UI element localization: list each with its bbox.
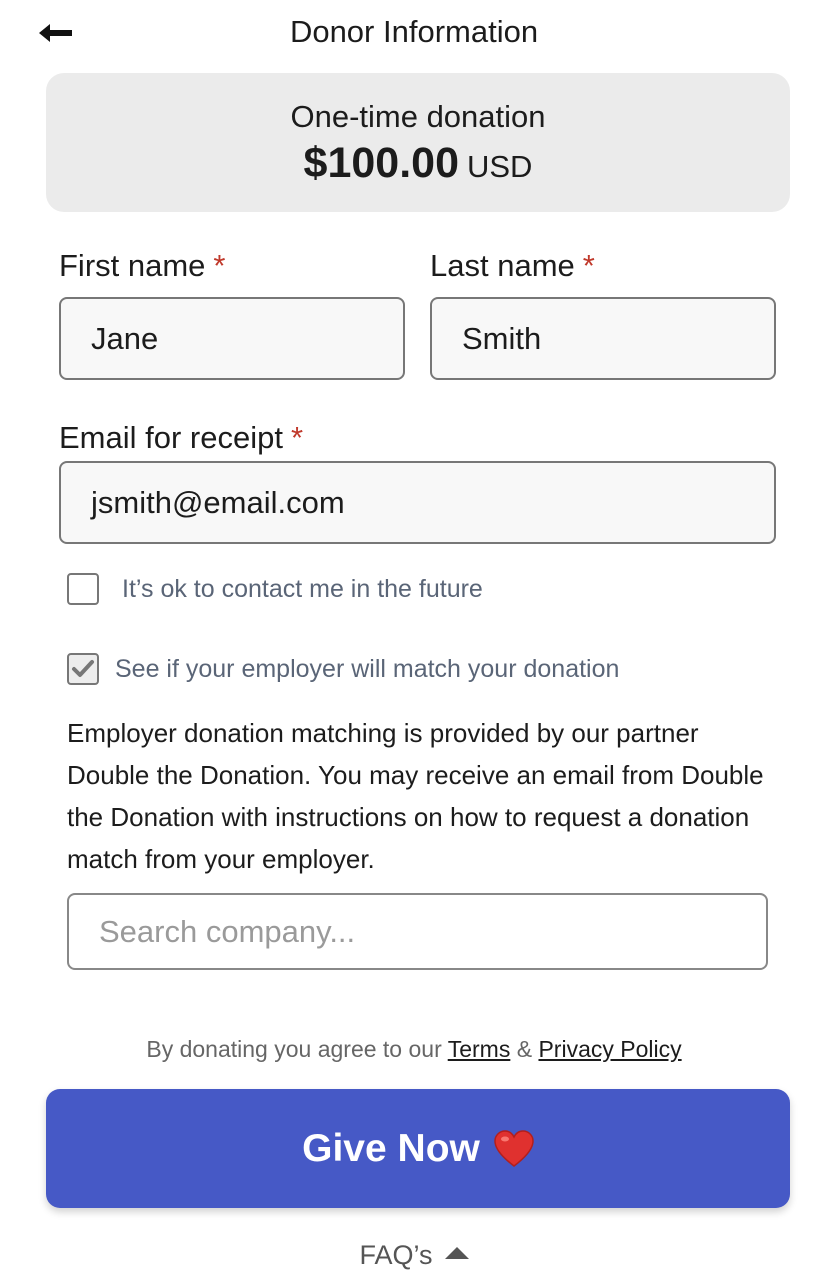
email-label: Email for receipt * <box>59 420 303 456</box>
donation-type: One-time donation <box>290 99 546 134</box>
first-name-label-text: First name <box>59 248 206 283</box>
employer-match-row[interactable]: See if your employer will match your don… <box>67 653 619 685</box>
email-field[interactable]: jsmith@email.com <box>59 461 776 544</box>
last-name-value: Smith <box>462 321 542 356</box>
currency-code: USD <box>466 149 533 184</box>
donation-summary-card: One-time donation $100.00 USD <box>46 73 790 212</box>
match-info-text: Employer donation matching is provided b… <box>67 718 764 874</box>
give-now-button[interactable]: Give Now <box>46 1089 790 1208</box>
first-name-label: First name * <box>59 248 226 284</box>
legal-prefix: By donating you agree to our <box>146 1036 442 1062</box>
first-name-field[interactable]: Jane <box>59 297 405 380</box>
contact-optin-checkbox[interactable] <box>67 573 99 605</box>
header: Donor Information <box>0 0 828 68</box>
required-mark: * <box>290 420 304 455</box>
terms-link[interactable]: Terms <box>448 1036 511 1062</box>
page-title: Donor Information <box>289 14 539 49</box>
employer-match-label: See if your employer will match your don… <box>115 654 620 683</box>
donation-amount: $100.00 <box>303 139 459 187</box>
contact-optin-row[interactable]: It’s ok to contact me in the future <box>67 573 483 605</box>
company-search-input[interactable] <box>67 893 768 970</box>
employer-match-checkbox[interactable] <box>67 653 99 685</box>
give-now-label: Give Now <box>302 1126 480 1170</box>
privacy-policy-link[interactable]: Privacy Policy <box>538 1036 681 1062</box>
last-name-label: Last name * <box>430 248 595 284</box>
required-mark: * <box>213 248 226 283</box>
checkmark-icon <box>72 660 94 677</box>
first-name-value: Jane <box>91 321 159 356</box>
donation-amount-line: $100.00 USD <box>46 139 790 188</box>
contact-optin-label: It’s ok to contact me in the future <box>122 574 483 603</box>
required-mark: * <box>582 248 595 283</box>
faq-label: FAQ’s <box>359 1240 433 1270</box>
last-name-label-text: Last name <box>430 248 575 283</box>
email-label-text: Email for receipt <box>59 420 283 455</box>
faq-toggle[interactable]: FAQ’s <box>0 1240 828 1271</box>
last-name-field[interactable]: Smith <box>430 297 776 380</box>
caret-up-icon <box>444 1247 469 1259</box>
legal-amp: & <box>516 1036 533 1062</box>
legal-notice: By donating you agree to our Terms & Pri… <box>0 1036 828 1063</box>
heart-icon <box>494 1129 534 1167</box>
email-value: jsmith@email.com <box>91 485 345 520</box>
